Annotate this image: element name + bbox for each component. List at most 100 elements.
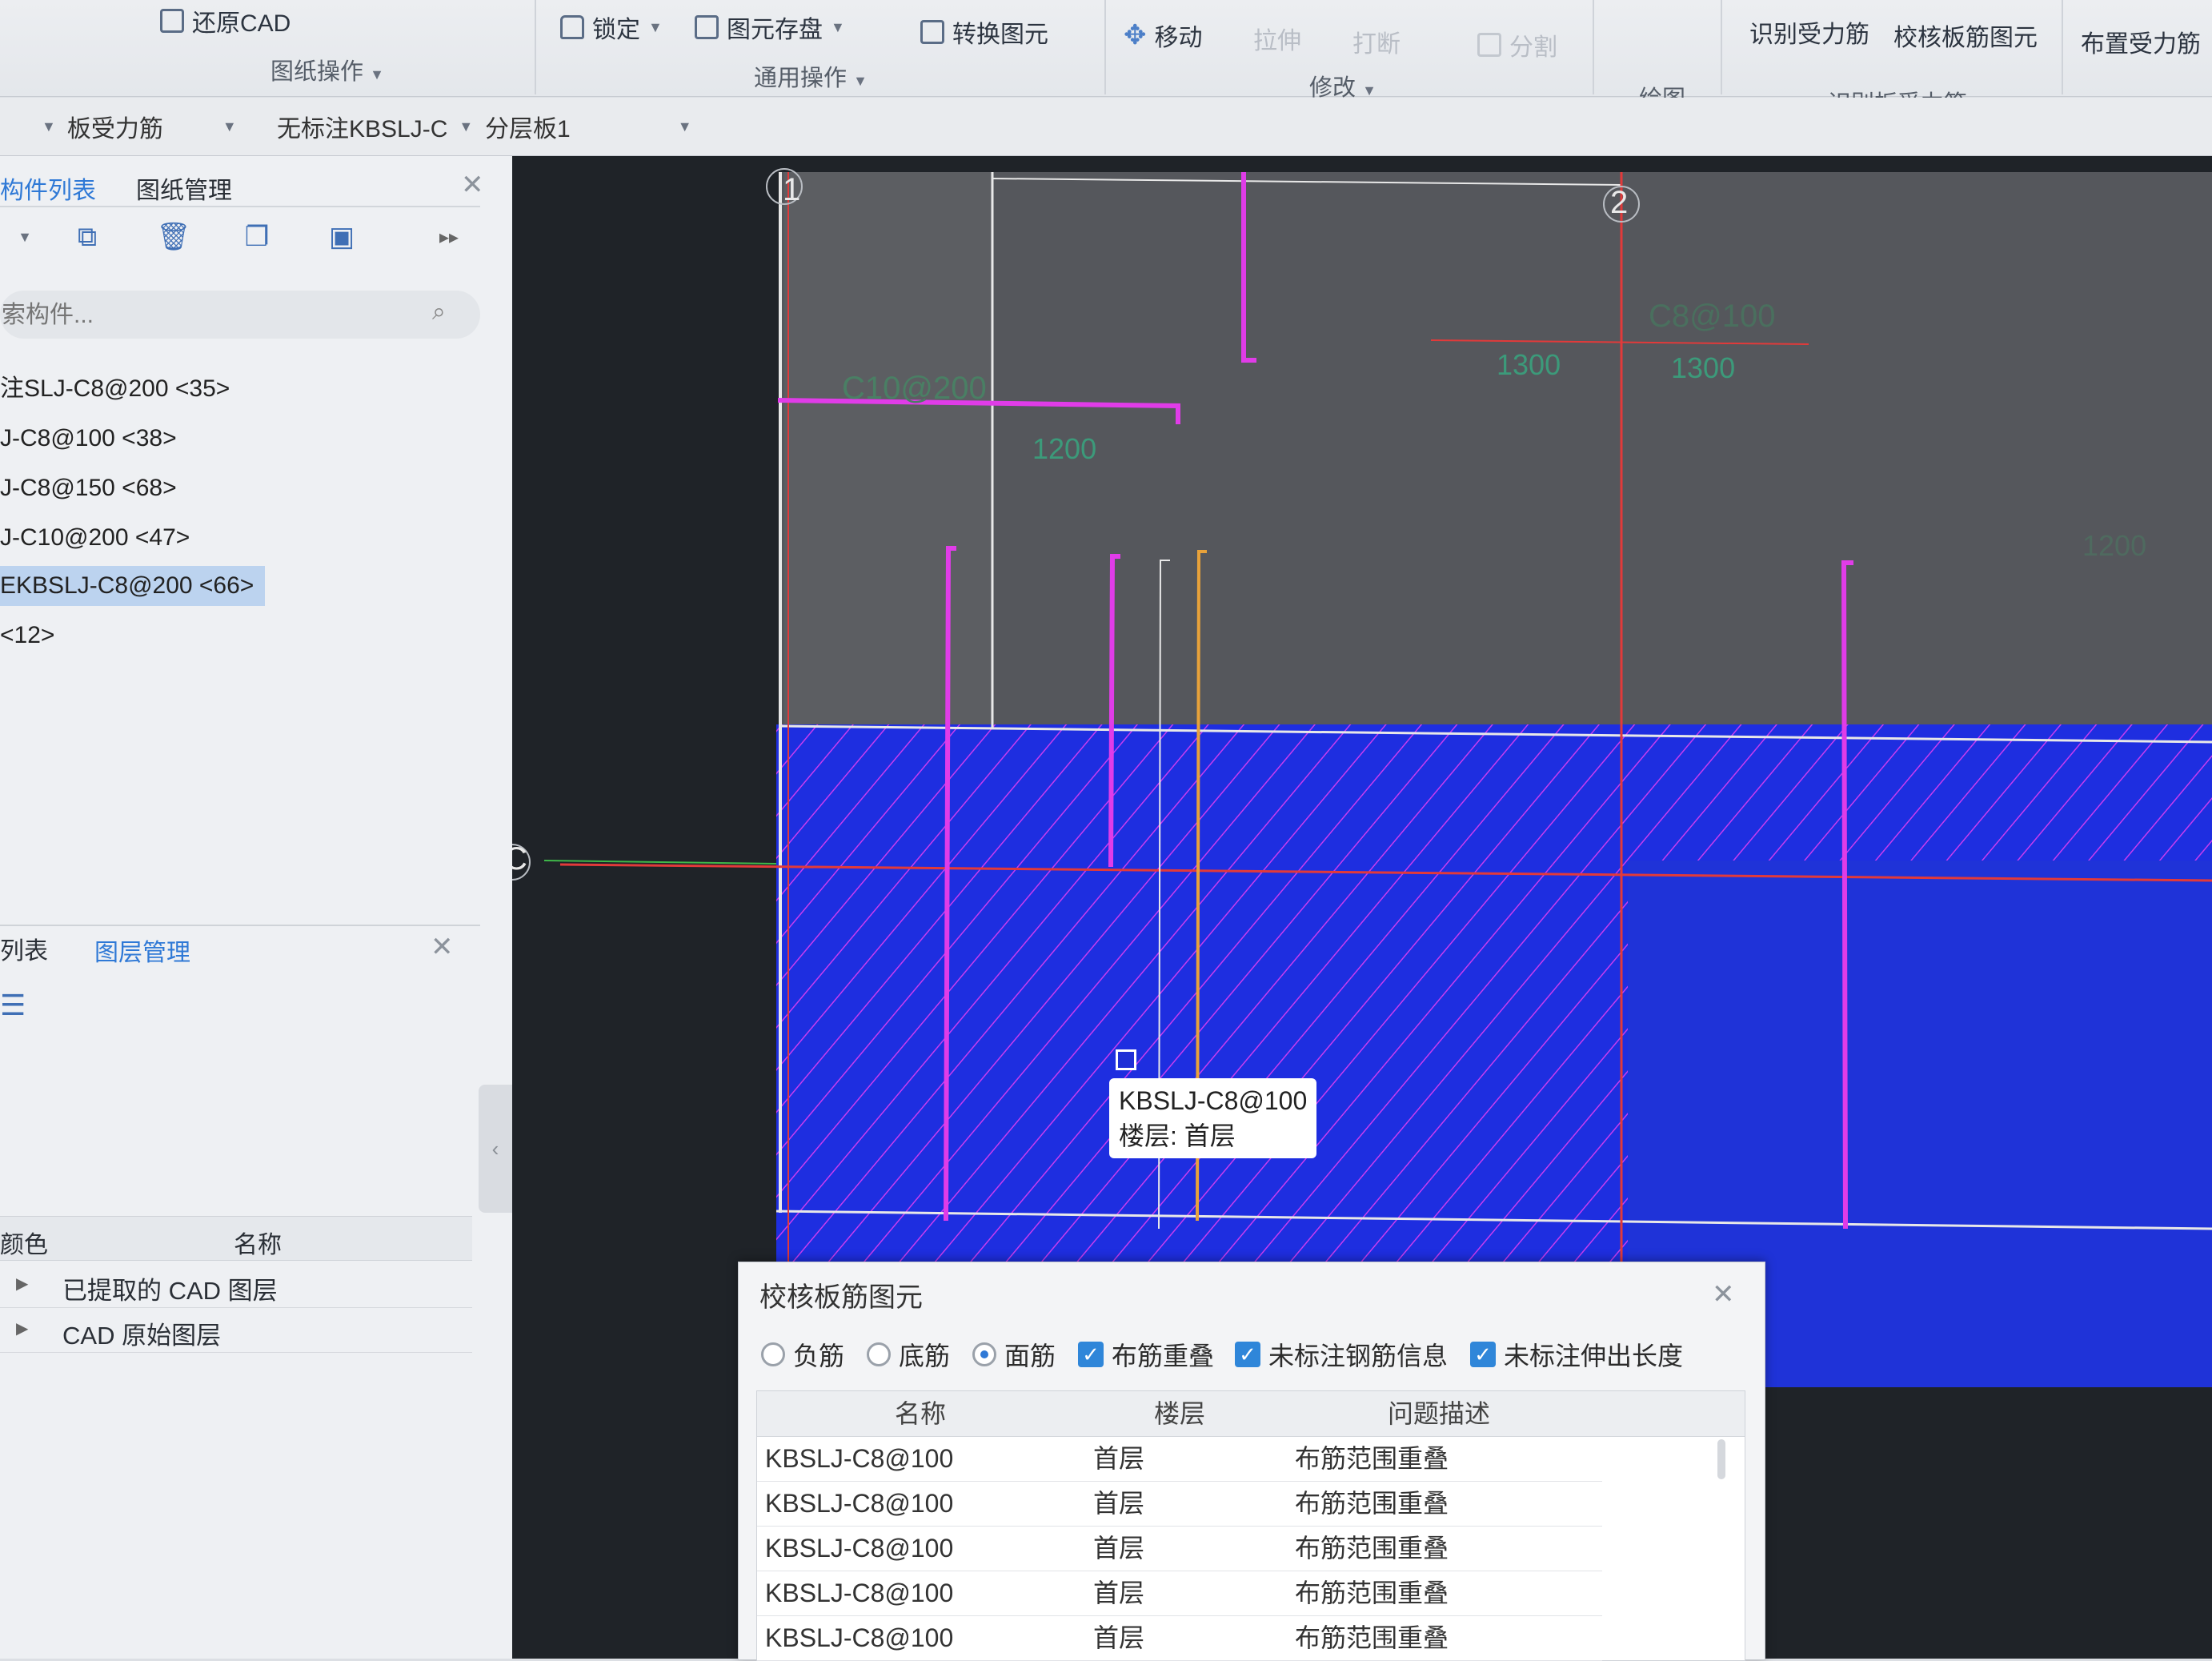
ribbon-divider: [535, 0, 536, 94]
close-icon[interactable]: ✕: [1712, 1278, 1735, 1310]
issue-table: 名称 楼层 问题描述 KBSLJ-C8@100 首层 布筋范围重叠 KBSLJ-…: [756, 1390, 1745, 1661]
column-header-issue[interactable]: 问题描述: [1276, 1391, 1603, 1437]
convert-icon: [920, 20, 944, 44]
cell-name: KBSLJ-C8@100: [765, 1534, 954, 1563]
tab-layer-management[interactable]: 图层管理: [94, 933, 190, 968]
radio-icon: [867, 1342, 891, 1366]
cell-floor: 首层: [1093, 1623, 1145, 1652]
slab-region-gray: [780, 172, 2212, 737]
axis-label-1: 1: [783, 172, 801, 207]
chevron-down-icon: ▼: [222, 118, 237, 134]
axis-label-c: C: [512, 841, 527, 877]
general-ops-group[interactable]: 通用操作 ▼: [754, 59, 868, 93]
column-header-floor[interactable]: 楼层: [1084, 1391, 1276, 1437]
layer-name: CAD 原始图层: [62, 1322, 222, 1350]
ribbon-divider: [1593, 0, 1594, 94]
duplicate-icon[interactable]: ❐: [232, 212, 282, 262]
checkmark-icon: ✓: [1078, 1342, 1104, 1367]
radio-bottom-rebar[interactable]: 底筋: [867, 1336, 950, 1373]
table-row[interactable]: KBSLJ-C8@100 首层 布筋范围重叠: [757, 1526, 1602, 1571]
layer-slab-combo[interactable]: 分层板1 ▼: [485, 109, 692, 144]
axis-label-2: 2: [1610, 185, 1629, 220]
cell-issue: 布筋范围重叠: [1295, 1579, 1449, 1607]
ribbon-divider: [1104, 0, 1106, 94]
more-icon[interactable]: ▸▸: [424, 212, 474, 262]
dropdown-icon[interactable]: ▼: [0, 212, 50, 262]
cell-floor: 首层: [1093, 1534, 1145, 1563]
pick-cursor-icon: [1116, 1049, 1136, 1070]
table-row[interactable]: KBSLJ-C8@100 首层 布筋范围重叠: [757, 1571, 1602, 1616]
break-button[interactable]: 打断: [1352, 24, 1401, 59]
move-button[interactable]: ✥ 移动: [1124, 18, 1203, 53]
search-icon[interactable]: ⌕: [432, 299, 446, 326]
layer-name: 已提取的 CAD 图层: [62, 1277, 278, 1305]
left-panel: 构件列表 图纸管理 ✕ ▼ ⧉ 🗑 ❐ ▣ ▸▸ ⌕ 注SLJ-C8@200 <…: [0, 156, 513, 1659]
search-input[interactable]: [0, 297, 403, 334]
radio-top-rebar[interactable]: 面筋: [972, 1336, 1056, 1373]
check-slab-rebar-button[interactable]: 校核板筋图元: [1893, 18, 2038, 53]
delete-icon[interactable]: 🗑: [149, 212, 198, 262]
recognize-rebar-button[interactable]: 识别受力筋: [1749, 14, 1869, 50]
list-item[interactable]: J-C8@100 <38>: [0, 419, 177, 459]
checkbox-rebar-overlap[interactable]: ✓ 布筋重叠: [1078, 1336, 1214, 1373]
rebar-type-combo[interactable]: ▼ 板受力筋 ▼: [42, 109, 237, 144]
chevron-down-icon: ▼: [831, 18, 845, 35]
layer-icon[interactable]: ☰: [0, 989, 26, 1022]
tab-drawing-management[interactable]: 图纸管理: [136, 171, 232, 206]
drawing-ops-group[interactable]: 图纸操作 ▼: [270, 53, 384, 86]
chevron-down-icon: ▼: [370, 66, 384, 82]
component-search[interactable]: ⌕: [0, 291, 480, 339]
column-header-name[interactable]: 名称: [757, 1391, 1084, 1437]
radio-negative-rebar[interactable]: 负筋: [761, 1336, 844, 1373]
cell-floor: 首层: [1093, 1444, 1145, 1473]
split-button[interactable]: 分割: [1477, 27, 1557, 62]
checkbox-missing-extension-length[interactable]: ✓ 未标注伸出长度: [1470, 1336, 1683, 1373]
table-row[interactable]: KBSLJ-C8@100 首层 布筋范围重叠: [757, 1481, 1602, 1527]
list-item[interactable]: J-C8@150 <68>: [0, 468, 177, 508]
column-header-empty: [1602, 1391, 1745, 1437]
slab-region-gray-left: [784, 172, 992, 737]
radio-selected-icon: [972, 1342, 996, 1366]
move-icon: ✥: [1124, 20, 1147, 50]
cell-name: KBSLJ-C8@100: [765, 1579, 954, 1607]
element-save-button[interactable]: 图元存盘 ▼: [695, 10, 845, 45]
stretch-button[interactable]: 拉伸: [1253, 21, 1301, 56]
restore-cad-button[interactable]: 还原CAD: [160, 3, 291, 38]
cell-issue: 布筋范围重叠: [1295, 1534, 1449, 1563]
checkmark-icon: ✓: [1470, 1342, 1496, 1367]
component-combo[interactable]: 无标注KBSLJ-C ▼: [277, 109, 473, 144]
tooltip-floor: 楼层: 首层: [1119, 1121, 1236, 1150]
ribbon-divider: [2062, 0, 2063, 94]
scrollbar-thumb[interactable]: [1717, 1439, 1725, 1479]
collapse-panel-handle[interactable]: ‹: [479, 1085, 512, 1213]
chevron-down-icon: ▼: [853, 73, 868, 89]
name-column-header: 名称: [234, 1232, 282, 1258]
layer-row[interactable]: ▶ CAD 原始图层: [0, 1309, 472, 1353]
checkbox-missing-rebar-info[interactable]: ✓ 未标注钢筋信息: [1235, 1336, 1448, 1373]
dialog-title: 校核板筋图元: [759, 1282, 923, 1313]
tab-list[interactable]: 列表: [0, 931, 48, 966]
layer-grid-header: 颜色 名称: [0, 1216, 472, 1261]
cell-floor: 首层: [1093, 1579, 1145, 1607]
close-icon[interactable]: ✕: [431, 931, 454, 963]
lock-button[interactable]: 锁定 ▼: [560, 10, 663, 45]
table-row[interactable]: KBSLJ-C8@100 首层 布筋范围重叠: [757, 1436, 1602, 1482]
dimension-label: 1200: [2082, 529, 2147, 562]
convert-element-button[interactable]: 转换图元: [920, 14, 1048, 50]
list-item[interactable]: <12>: [0, 616, 54, 656]
place-rebar-button[interactable]: 布置受力筋: [2081, 24, 2201, 59]
table-row[interactable]: KBSLJ-C8@100 首层 布筋范围重叠: [757, 1615, 1602, 1661]
layer-copy-icon[interactable]: ▣: [317, 212, 367, 262]
list-item[interactable]: J-C10@200 <47>: [0, 518, 190, 558]
copy-icon[interactable]: ⧉: [62, 212, 112, 262]
cell-name: KBSLJ-C8@100: [765, 1489, 954, 1518]
list-item[interactable]: 注SLJ-C8@200 <35>: [0, 369, 230, 409]
close-icon[interactable]: ✕: [461, 169, 484, 201]
cell-issue: 布筋范围重叠: [1295, 1489, 1449, 1518]
layer-row[interactable]: ▶ 已提取的 CAD 图层: [0, 1264, 472, 1308]
tab-component-list[interactable]: 构件列表: [0, 171, 96, 206]
expand-icon[interactable]: ▶: [16, 1318, 28, 1338]
list-item-selected[interactable]: EKBSLJ-C8@200 <66>: [0, 566, 266, 606]
rebar-spec-label: C10@200: [842, 371, 987, 406]
expand-icon[interactable]: ▶: [16, 1274, 28, 1294]
